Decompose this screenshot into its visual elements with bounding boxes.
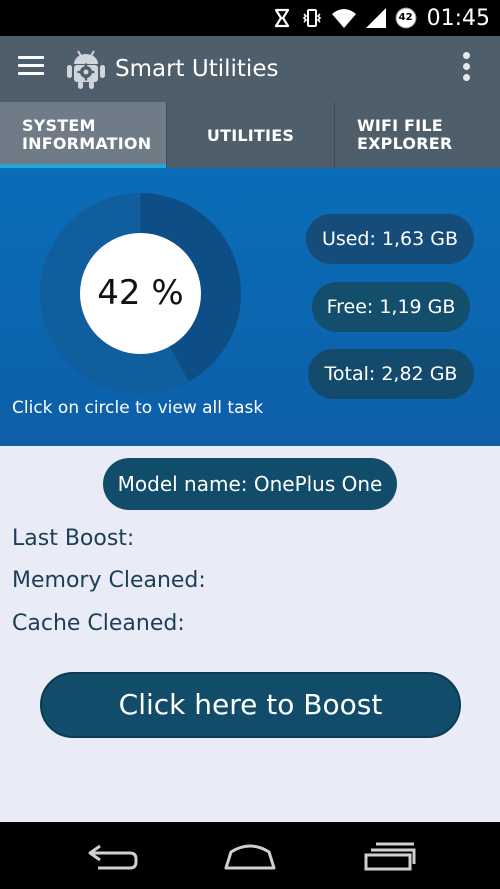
app-bar: Smart Utilities [0, 36, 500, 102]
battery-indicator: 42 [395, 7, 417, 29]
main-content: Model name: OnePlus One Last Boost: Memo… [0, 446, 500, 822]
navigation-bar [0, 822, 500, 889]
hamburger-menu-icon[interactable] [18, 56, 48, 82]
status-icons: 42 01:45 [271, 0, 490, 36]
back-icon[interactable] [86, 840, 140, 872]
tab-wifi-file-explorer-line2: EXPLORER [357, 134, 453, 153]
tab-utilities[interactable]: UTILITIES [166, 102, 334, 168]
nfc-icon [274, 8, 289, 28]
app-title: Smart Utilities [115, 56, 279, 82]
tab-system-information[interactable]: SYSTEM INFORMATION [0, 102, 166, 168]
used-memory-badge: Used: 1,63 GB [306, 214, 474, 264]
status-bar: 42 01:45 [0, 0, 500, 36]
tab-wifi-file-explorer[interactable]: WIFI FILE EXPLORER [334, 102, 500, 168]
boost-button[interactable]: Click here to Boost [40, 672, 461, 738]
tab-utilities-label: UTILITIES [206, 125, 295, 145]
more-vert-icon[interactable] [460, 52, 472, 86]
tab-system-information-line2: INFORMATION [22, 134, 152, 153]
recent-apps-icon[interactable] [362, 840, 416, 872]
memory-cleaned-label: Memory Cleaned: [12, 568, 206, 593]
total-memory-badge: Total: 2,82 GB [308, 349, 474, 399]
clock: 01:45 [426, 5, 490, 31]
memory-percent: 42 % [80, 233, 201, 354]
free-memory-badge: Free: 1,19 GB [312, 282, 470, 332]
tab-system-information-line1: SYSTEM [22, 116, 96, 135]
tab-bar: SYSTEM INFORMATION UTILITIES WIFI FILE E… [0, 102, 500, 168]
memory-panel: 42 % Click on circle to view all task Us… [0, 168, 500, 446]
tab-wifi-file-explorer-line1: WIFI FILE [357, 116, 443, 135]
home-icon[interactable] [223, 840, 277, 872]
vibrate-icon [302, 9, 321, 27]
model-name-badge: Model name: OnePlus One [103, 458, 397, 510]
signal-icon [365, 8, 386, 28]
battery-level: 42 [398, 12, 413, 23]
last-boost-label: Last Boost: [12, 526, 135, 551]
memory-usage-circle[interactable]: 42 % [40, 193, 242, 394]
wifi-icon [331, 9, 356, 28]
circle-hint: Click on circle to view all task [12, 398, 264, 418]
android-gear-icon [67, 50, 105, 89]
cache-cleaned-label: Cache Cleaned: [12, 611, 185, 636]
